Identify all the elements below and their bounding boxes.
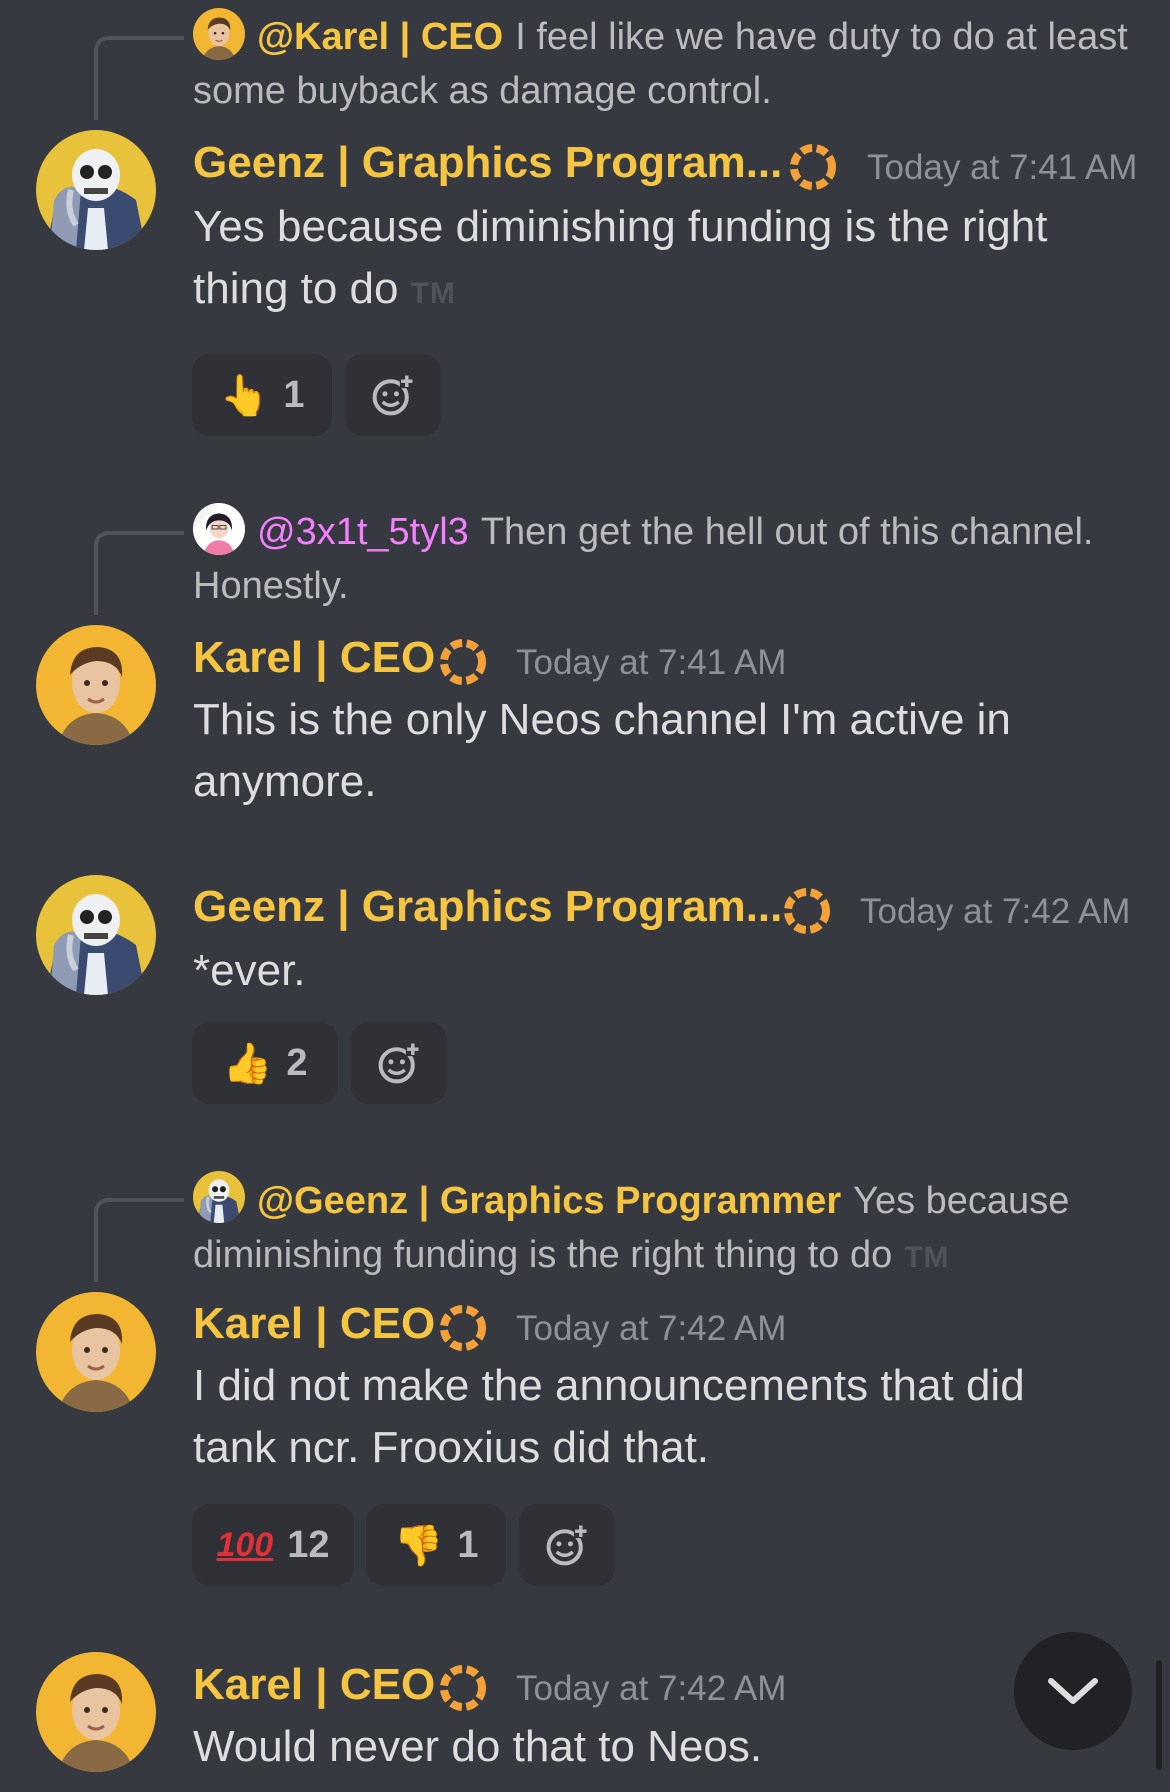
trademark-label: TM	[410, 277, 456, 310]
chevron-down-icon	[1048, 1678, 1098, 1704]
reply-preview[interactable]: @3x1t_5tyl3 Then get the hell out of this…	[193, 505, 1133, 613]
reaction-count: 12	[287, 1523, 330, 1566]
reaction-thumbs-down[interactable]: 👎 1	[366, 1504, 506, 1586]
reaction-count: 1	[457, 1523, 479, 1566]
reply-preview[interactable]: @Geenz | Graphics Programmer Yes because …	[193, 1174, 1133, 1285]
reply-mention[interactable]: @3x1t_5tyl3	[257, 511, 469, 553]
avatar[interactable]	[36, 1652, 156, 1772]
nitro-badge-icon	[786, 140, 840, 194]
avatar[interactable]	[36, 1292, 156, 1412]
reply-connector	[94, 531, 184, 615]
reply-connector	[94, 36, 184, 120]
reaction-count: 1	[283, 373, 305, 416]
thumbs-down-emoji-icon: 👎	[393, 1523, 444, 1568]
message-text: Would never do that to Neos.	[193, 1722, 763, 1771]
trademark-label: TM	[904, 1241, 950, 1274]
reaction-point-up[interactable]: 👆 1	[192, 354, 332, 436]
nitro-badge-icon	[780, 884, 834, 938]
message-body: Yes because diminishing funding is the r…	[193, 202, 1048, 313]
timestamp: Today at 7:42 AM	[516, 1309, 787, 1348]
add-reaction-button[interactable]	[519, 1504, 615, 1586]
add-reaction-button[interactable]	[345, 354, 441, 436]
reaction-thumbs-up[interactable]: 👍 2	[192, 1022, 338, 1104]
message-text: Yes because diminishing funding is the r…	[193, 196, 1093, 325]
reply-mention[interactable]: @Karel | CEO	[257, 16, 503, 58]
message-text: I did not make the announcements that di…	[193, 1361, 1025, 1472]
message-text: This is the only Neos channel I'm active…	[193, 695, 1011, 806]
reply-preview[interactable]: @Karel | CEO I feel like we have duty to …	[193, 10, 1133, 118]
username[interactable]: Geenz | Graphics Program...	[193, 138, 782, 188]
nitro-badge-icon	[436, 635, 490, 689]
message-text: *ever.	[193, 946, 306, 995]
add-reaction-icon	[370, 372, 416, 418]
nitro-badge-icon	[436, 1301, 490, 1355]
add-reaction-icon	[376, 1040, 422, 1086]
username[interactable]: Karel | CEO	[193, 1299, 435, 1349]
reaction-hundred-points[interactable]: 100 12	[192, 1504, 354, 1586]
jump-to-present-button[interactable]	[1014, 1632, 1132, 1750]
username[interactable]: Karel | CEO	[193, 1660, 435, 1710]
username[interactable]: Geenz | Graphics Program...	[193, 882, 782, 932]
scrollbar[interactable]	[1156, 1660, 1162, 1770]
avatar[interactable]	[36, 130, 156, 250]
avatar[interactable]	[36, 875, 156, 995]
nitro-badge-icon	[436, 1661, 490, 1715]
timestamp: Today at 7:42 AM	[516, 1669, 787, 1708]
username[interactable]: Karel | CEO	[193, 633, 435, 683]
hundred-points-emoji-icon: 100	[216, 1525, 274, 1564]
thumbs-up-emoji-icon: 👍	[222, 1041, 273, 1086]
reply-mention[interactable]: @Geenz | Graphics Programmer	[257, 1180, 841, 1222]
add-reaction-icon	[544, 1522, 590, 1568]
avatar[interactable]	[36, 625, 156, 745]
timestamp: Today at 7:41 AM	[867, 148, 1138, 187]
point-up-emoji-icon: 👆	[219, 373, 270, 418]
reply-connector	[94, 1198, 184, 1282]
reaction-count: 2	[286, 1041, 308, 1084]
add-reaction-button[interactable]	[351, 1022, 447, 1104]
timestamp: Today at 7:41 AM	[516, 643, 787, 682]
timestamp: Today at 7:42 AM	[860, 892, 1131, 931]
